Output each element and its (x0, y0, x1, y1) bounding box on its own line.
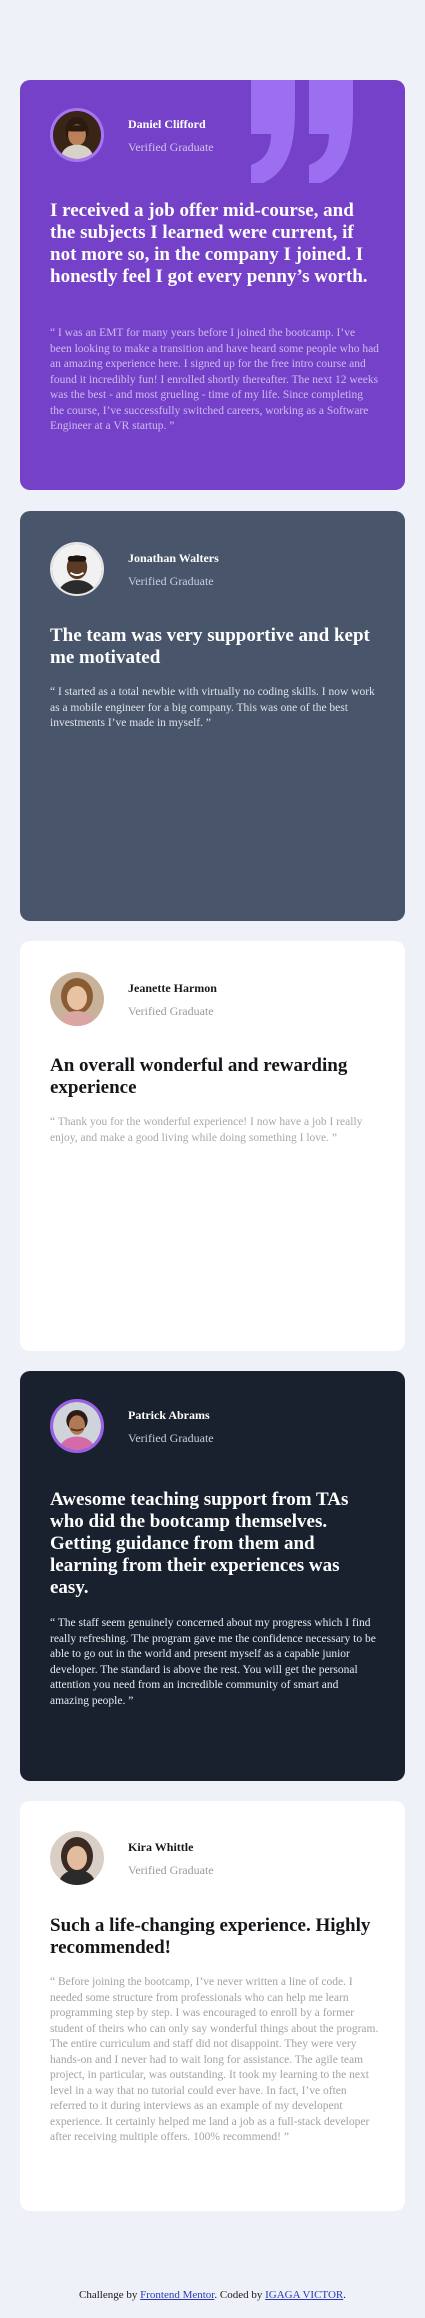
testimonial-card-jeanette: Jeanette Harmon Verified Graduate An ove… (20, 941, 405, 1351)
testimonial-author-name: Daniel Clifford (128, 116, 206, 131)
avatar (50, 1399, 104, 1453)
testimonial-author-role: Verified Graduate (128, 1862, 214, 1877)
avatar (50, 108, 104, 162)
avatar (50, 542, 104, 596)
author-link[interactable]: IGAGA VICTOR (265, 2289, 343, 2301)
attribution-footer: Challenge by Frontend Mentor. Coded by I… (0, 2289, 425, 2301)
testimonial-headline: The team was very supportive and kept me… (50, 625, 370, 668)
testimonial-author-role: Verified Graduate (128, 139, 214, 154)
testimonial-header: Jonathan Walters Verified Graduate (50, 542, 219, 596)
testimonial-card-daniel: Daniel Clifford Verified Graduate I rece… (20, 80, 405, 490)
attribution-middle: . Coded by (214, 2289, 263, 2301)
attribution-suffix: . (343, 2289, 346, 2301)
testimonial-author-name: Jonathan Walters (128, 550, 219, 565)
testimonial-body: “ Before joining the bootcamp, I’ve neve… (50, 1976, 379, 2143)
testimonial-headline: An overall wonderful and rewarding exper… (50, 1055, 348, 1098)
testimonial-header: Jeanette Harmon Verified Graduate (50, 972, 217, 1026)
testimonial-header: Kira Whittle Verified Graduate (50, 1831, 214, 1885)
testimonial-header: Patrick Abrams Verified Graduate (50, 1399, 214, 1453)
testimonial-author-role: Verified Graduate (128, 573, 214, 588)
testimonial-headline: Awesome teaching support from TAs who di… (50, 1489, 349, 1598)
testimonial-card-kira: Kira Whittle Verified Graduate Such a li… (20, 1801, 405, 2211)
testimonial-card-patrick: Patrick Abrams Verified Graduate Awesome… (20, 1371, 405, 1781)
attribution-prefix: Challenge by (79, 2289, 138, 2301)
testimonial-header: Daniel Clifford Verified Graduate (50, 108, 214, 162)
testimonial-author-name: Kira Whittle (128, 1839, 194, 1854)
frontend-mentor-link[interactable]: Frontend Mentor (140, 2289, 214, 2301)
testimonial-author-role: Verified Graduate (128, 1003, 214, 1018)
testimonial-author-role: Verified Graduate (128, 1430, 214, 1445)
avatar (50, 972, 104, 1026)
testimonial-body: “ Thank you for the wonderful experience… (50, 1116, 363, 1144)
testimonial-author-name: Jeanette Harmon (128, 980, 217, 995)
testimonial-headline: I received a job offer mid-course, and t… (50, 200, 368, 287)
testimonial-body: “ The staff seem genuinely concerned abo… (50, 1617, 376, 1707)
quotation-mark-icon (251, 80, 353, 183)
testimonial-headline: Such a life-changing experience. Highly … (50, 1915, 371, 1958)
avatar (50, 1831, 104, 1885)
testimonial-body: “ I was an EMT for many years before I j… (50, 327, 379, 432)
testimonial-card-jonathan: Jonathan Walters Verified Graduate The t… (20, 511, 405, 921)
testimonial-author-name: Patrick Abrams (128, 1407, 210, 1422)
testimonial-body: “ I started as a total newbie with virtu… (50, 686, 375, 729)
